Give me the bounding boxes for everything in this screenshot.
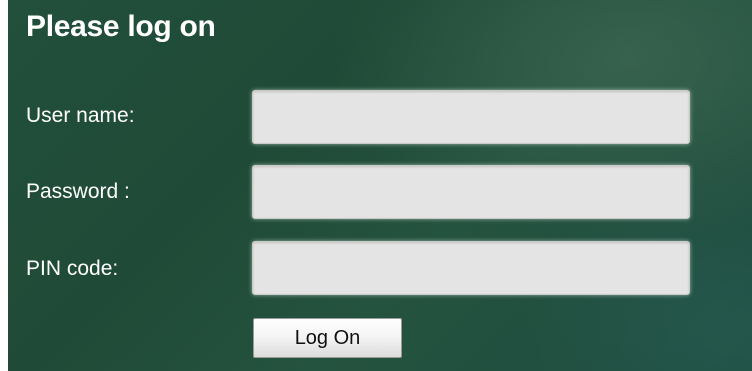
login-panel: Please log on User name: Password : PIN … [8, 0, 752, 371]
username-input[interactable] [252, 90, 690, 144]
pin-code-label: PIN code: [26, 257, 119, 280]
pin-code-input[interactable] [252, 241, 690, 295]
username-label: User name: [26, 104, 135, 127]
password-label: Password : [26, 180, 130, 203]
page-title: Please log on [26, 10, 216, 43]
log-on-button[interactable]: Log On [253, 318, 402, 358]
password-input[interactable] [252, 165, 690, 219]
